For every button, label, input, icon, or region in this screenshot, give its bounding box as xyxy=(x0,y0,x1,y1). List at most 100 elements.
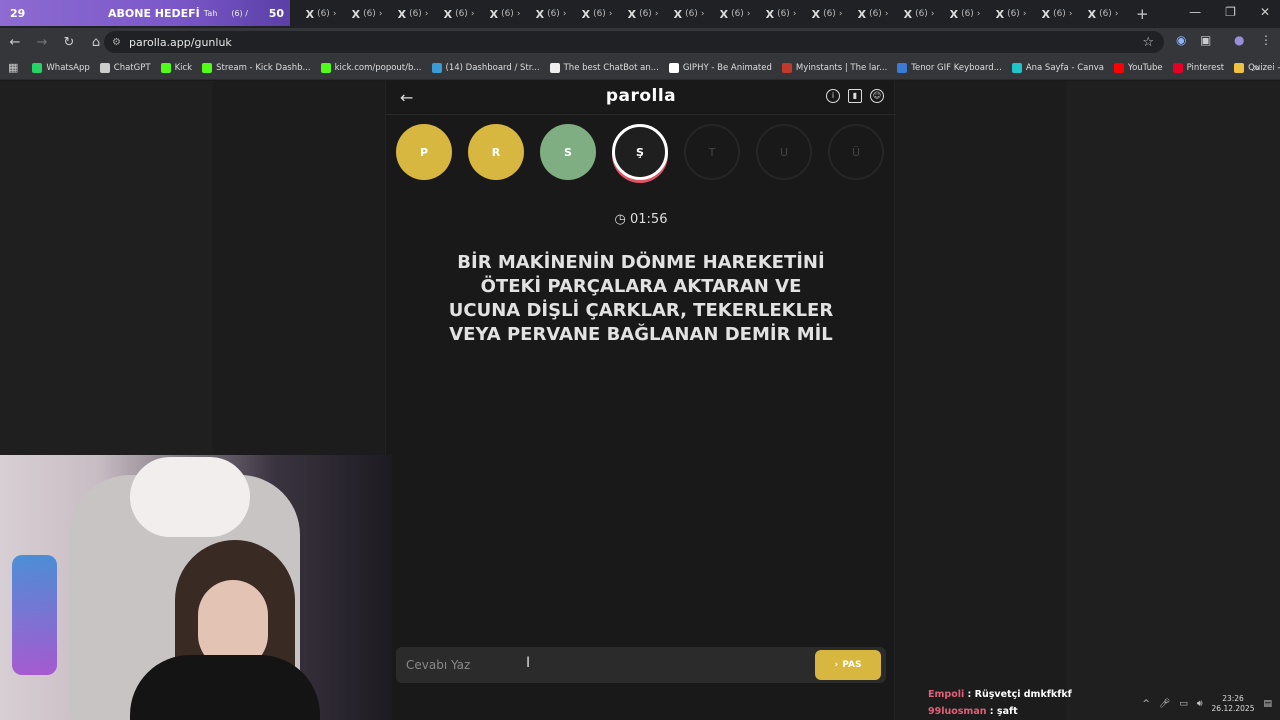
browser-tab[interactable]: X (6) › xyxy=(528,0,574,28)
text-cursor-icon: I xyxy=(526,655,531,671)
bookmark-favicon-icon xyxy=(32,62,43,73)
chevron-right-icon: › xyxy=(792,9,797,19)
bookmark-item[interactable]: Myinstants | The lar... xyxy=(781,62,887,73)
bookmark-item[interactable]: Pinterest xyxy=(1172,62,1224,73)
browser-tab[interactable]: X (6) › xyxy=(436,0,482,28)
bookmark-label: Tenor GIF Keyboard... xyxy=(911,62,1002,73)
user-icon[interactable]: ☺ xyxy=(870,89,884,103)
rgb-speaker xyxy=(12,555,57,675)
browser-tab[interactable]: X (6) › xyxy=(942,0,988,28)
answer-input[interactable] xyxy=(406,655,806,675)
browser-tab[interactable]: X (6) › xyxy=(620,0,666,28)
bookmark-item[interactable]: WhatsApp xyxy=(32,62,90,73)
bookmark-label: ChatGPT xyxy=(113,62,151,73)
bookmark-item[interactable]: The best ChatBot an... xyxy=(549,62,659,73)
chevron-right-icon: › xyxy=(516,9,521,19)
bookmark-label: kick.com/popout/b... xyxy=(334,62,422,73)
browser-tab[interactable]: X (6) › xyxy=(712,0,758,28)
tab-label: (6) xyxy=(363,9,376,19)
reload-icon[interactable]: ↻ xyxy=(57,35,81,50)
x-logo-icon: X xyxy=(305,7,315,21)
bookmark-item[interactable]: GIPHY - Be Animated xyxy=(668,62,772,73)
tab-label: (6) xyxy=(1007,9,1020,19)
bookmark-item[interactable]: Ana Sayfa - Canva xyxy=(1011,62,1104,73)
menu-kebab-icon[interactable]: ⋮ xyxy=(1260,33,1272,47)
url-text[interactable]: parolla.app/gunluk xyxy=(129,36,232,49)
notifications-icon[interactable]: ▤ xyxy=(1263,699,1272,709)
bookmark-favicon-icon xyxy=(668,62,679,73)
new-tab-button[interactable]: + xyxy=(1136,5,1149,23)
answer-bar: I › PAS xyxy=(396,647,886,683)
right-gutter xyxy=(1066,81,1280,720)
browser-tab[interactable]: X (6) › xyxy=(344,0,390,28)
taskbar-clock[interactable]: 23:26 26.12.2025 xyxy=(1212,694,1255,714)
browser-tab[interactable]: X (6) › xyxy=(1034,0,1080,28)
restore-icon[interactable]: ❐ xyxy=(1225,5,1236,19)
bookmark-item[interactable]: Kick xyxy=(160,62,192,73)
window-controls: — ❐ ✕ xyxy=(1189,5,1270,19)
x-logo-icon: X xyxy=(489,7,499,21)
extension-icon[interactable]: ◉ xyxy=(1176,33,1186,47)
taskbar-tray: ^ 🎤︎ ▭ 🔊︎ 23:26 26.12.2025 ▤ xyxy=(1142,694,1272,714)
x-logo-icon: X xyxy=(627,7,637,21)
chevron-right-icon: › xyxy=(976,9,981,19)
network-icon[interactable]: ▭ xyxy=(1179,699,1188,709)
chat-username: Empoli xyxy=(928,689,965,700)
stats-icon[interactable]: ▮ xyxy=(848,89,862,103)
apps-grid-icon[interactable]: ▦ xyxy=(8,61,18,74)
bookmark-item[interactable]: ChatGPT xyxy=(99,62,151,73)
chevron-right-icon: › xyxy=(884,9,889,19)
bookmark-favicon-icon xyxy=(320,62,331,73)
tab-label: (6) xyxy=(409,9,422,19)
extensions-puzzle-icon[interactable]: ▣ xyxy=(1200,33,1211,47)
x-logo-icon: X xyxy=(857,7,867,21)
browser-tabstrip: 29 ABONE HEDEFİ Tah (6) / 50 X (6) › X (6) › X… xyxy=(0,0,1280,28)
browser-tab[interactable]: X (6) › xyxy=(896,0,942,28)
goal-target-count: 50 xyxy=(268,6,284,20)
parolla-app: ← parolla i ▮ ☺ PRSŞTUÜ ◷ 01:56 BİR MAKİ… xyxy=(385,81,896,720)
clock-date: 26.12.2025 xyxy=(1211,704,1255,713)
browser-tab[interactable]: X (6) › xyxy=(850,0,896,28)
letter-circle: Ü xyxy=(828,124,884,180)
bookmark-item[interactable]: YouTube xyxy=(1114,62,1163,73)
chat-text: Rüşvetçi dmkfkfkf xyxy=(974,689,1072,700)
browser-tab[interactable]: X (6) › xyxy=(574,0,620,28)
browser-tab[interactable]: X (6) › xyxy=(298,0,344,28)
bookmark-item[interactable]: kick.com/popout/b... xyxy=(320,62,422,73)
streamer-body xyxy=(130,655,320,720)
tab-label: (6) xyxy=(593,9,606,19)
volume-icon[interactable]: 🔊︎ xyxy=(1197,699,1203,709)
tray-chevron-icon[interactable]: ^ xyxy=(1142,699,1150,709)
bookmark-item[interactable]: Stream - Kick Dashb... xyxy=(202,62,311,73)
chat-text: şaft xyxy=(996,706,1018,717)
clock-icon: ◷ xyxy=(614,212,626,227)
browser-tab[interactable]: X (6) › xyxy=(482,0,528,28)
browser-tab[interactable]: X (6) › xyxy=(1080,0,1126,28)
browser-tab[interactable]: X (6) › xyxy=(988,0,1034,28)
back-icon[interactable]: ← xyxy=(3,35,27,50)
site-info-icon[interactable]: ⚙ xyxy=(112,37,121,48)
mic-icon[interactable]: 🎤︎ xyxy=(1159,699,1170,709)
minimize-icon[interactable]: — xyxy=(1189,5,1201,19)
bookmark-item[interactable]: Tenor GIF Keyboard... xyxy=(897,62,1002,73)
forward-icon[interactable]: → xyxy=(30,35,54,50)
bookmarks-overflow-icon[interactable]: » xyxy=(1253,61,1260,74)
info-icon[interactable]: i xyxy=(826,89,840,103)
x-logo-icon: X xyxy=(535,7,545,21)
tab-label: (6) xyxy=(1053,9,1066,19)
close-icon[interactable]: ✕ xyxy=(1260,5,1270,19)
browser-tab[interactable]: X (6) › xyxy=(666,0,712,28)
bookmark-item[interactable]: (14) Dashboard / Str... xyxy=(431,62,540,73)
chevron-right-icon: › xyxy=(1068,9,1073,19)
browser-tab[interactable]: X (6) › xyxy=(804,0,850,28)
browser-tab[interactable]: X (6) › xyxy=(758,0,804,28)
x-logo-icon: X xyxy=(397,7,407,21)
profile-avatar-icon[interactable]: ● xyxy=(1234,33,1244,47)
bookmark-star-icon[interactable]: ☆ xyxy=(1142,35,1154,50)
chat-overlay: Empoli : Rüşvetçi dmkfkfkf 99luosman : şa… xyxy=(928,686,1072,720)
pass-button[interactable]: › PAS xyxy=(815,650,881,680)
address-bar[interactable]: ⚙ parolla.app/gunluk ☆ xyxy=(104,31,1164,53)
bookmarks-bar: ▦ WhatsApp ChatGPT Kick Stream - Kick Dashb… xyxy=(0,56,1280,80)
tab-label: (6) xyxy=(685,9,698,19)
browser-tab[interactable]: X (6) › xyxy=(390,0,436,28)
